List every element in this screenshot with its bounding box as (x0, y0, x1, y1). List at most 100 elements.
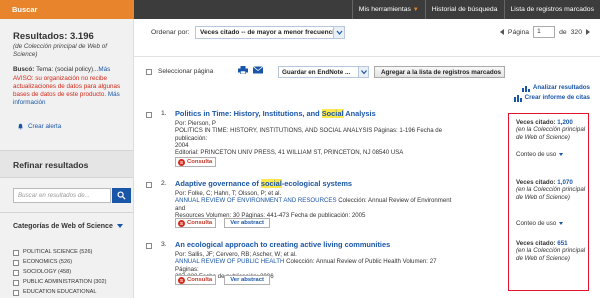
sfx-icon: S (178, 277, 185, 284)
categories-title: Categorías de Web of Science (13, 222, 113, 231)
sfx-icon: S (178, 159, 185, 166)
record-details: Por: Pierson, P POLITICS IN TIME: HISTOR… (175, 120, 460, 156)
record-checkbox[interactable] (146, 112, 152, 118)
record-title[interactable]: An ecological approach to creating activ… (175, 240, 390, 249)
refine-search-button[interactable] (112, 188, 131, 203)
refine-title: Refinar resultados (13, 160, 88, 170)
title-highlight: Social (322, 109, 344, 118)
search-prefix: Buscó: (13, 66, 36, 73)
category-item[interactable]: ECONOMICS (526) (13, 259, 133, 269)
citation-report-link[interactable]: Crear informe de citas (514, 93, 590, 103)
chevron-down-icon (333, 27, 344, 38)
record-checkbox[interactable] (146, 182, 152, 188)
email-icon[interactable] (253, 66, 263, 74)
record-authors: Por: Pierson, P (175, 120, 460, 127)
bar-chart-icon (522, 85, 530, 92)
category-item[interactable]: POLITICAL SCIENCE (526) (13, 249, 133, 259)
search-term: Tema: (social policy) (36, 66, 93, 73)
search-history-link[interactable]: Historial de búsqueda (425, 0, 504, 19)
usage-count[interactable]: Conteo de uso (516, 151, 563, 158)
record-checkbox[interactable] (146, 243, 152, 249)
analyze-results-link[interactable]: Analizar resultados (514, 83, 590, 93)
times-cited-count[interactable]: 1,200 (557, 119, 572, 126)
journal-link[interactable]: ANNUAL REVIEW OF ENVIRONMENT AND RESOURC… (175, 197, 337, 204)
top-nav: Mis herramientas ▼ Historial de búsqueda… (352, 0, 600, 19)
sidebar: Resultados: 3.196 (de Colección principa… (0, 19, 134, 298)
refine-search-input[interactable]: Buscar en resultados de... (13, 188, 111, 203)
search-icon (117, 191, 126, 200)
next-page-icon[interactable] (586, 29, 590, 35)
record-number: 3. (161, 241, 167, 248)
select-page-checkbox[interactable] (146, 69, 152, 75)
page-total: 320 (571, 29, 582, 36)
page-input[interactable]: 1 (533, 26, 555, 38)
times-cited-count[interactable]: 651 (557, 240, 567, 247)
view-abstract-button[interactable]: Ver abstract (224, 218, 270, 228)
record-actions: SConsulta (175, 157, 216, 167)
chevron-down-icon (358, 67, 368, 77)
category-checkbox[interactable] (13, 290, 19, 296)
add-to-marked-list-button[interactable]: Agregar a la lista de registros marcados (374, 66, 505, 78)
chevron-down-icon[interactable] (117, 224, 123, 228)
usage-count[interactable]: Conteo de uso (516, 220, 563, 227)
times-cited: Veces citado: 1,200 (en la Colección pri… (516, 119, 588, 141)
consulta-button[interactable]: SConsulta (175, 275, 216, 285)
category-checkbox[interactable] (13, 270, 19, 276)
record-authors: Por: Folke, C; Hahn, T; Olsson, P; et al… (175, 190, 460, 197)
search-tab[interactable]: Buscar (0, 0, 134, 19)
title-text: -ecological systems (282, 179, 352, 188)
category-label: EDUCATION EDUCATIONAL (23, 289, 96, 295)
endnote-select[interactable]: Guardar en EndNote ... (278, 66, 369, 78)
record-source: ANNUAL REVIEW OF ENVIRONMENT AND RESOURC… (175, 197, 460, 212)
top-bar: Buscar Mis herramientas ▼ Historial de b… (0, 0, 600, 19)
record-title[interactable]: Politics in Time: History, Institutions,… (175, 109, 376, 118)
category-label: SOCIOLOGY (458) (23, 269, 71, 275)
times-cited: Veces citado: 651 (en la Colección princ… (516, 240, 588, 262)
results-toolbar: Seleccionar página Guardar en EndNote ..… (134, 56, 600, 84)
category-item[interactable]: SOCIOLOGY (458) (13, 269, 133, 279)
journal-link[interactable]: ANNUAL REVIEW OF PUBLIC HEALTH (175, 258, 284, 265)
times-cited-note: (en la Colección principal de Web of Sci… (516, 186, 588, 201)
category-checkbox[interactable] (13, 260, 19, 266)
record-authors: Por: Sallis, JF; Cervero, RB; Ascher, W;… (175, 251, 460, 258)
record-actions: SConsulta Ver abstract (175, 275, 270, 285)
create-alert-label: Crear alerta (28, 123, 61, 130)
chevron-down-icon (559, 153, 563, 156)
print-icon[interactable] (238, 66, 248, 74)
citation-report-label: Crear informe de citas (525, 93, 590, 103)
search-more-link[interactable]: Más (98, 66, 110, 73)
data-warning: AVISO: su organización no recibe actuali… (13, 75, 131, 107)
category-checkbox[interactable] (13, 280, 19, 286)
consulta-button[interactable]: SConsulta (175, 157, 216, 167)
my-tools-label: Mis herramientas (359, 6, 411, 13)
report-chart-icon (514, 95, 522, 102)
record-title[interactable]: Adaptive governance of social-ecological… (175, 179, 352, 188)
title-highlight: social (261, 179, 282, 188)
times-cited: Veces citado: 1,070 (en la Colección pri… (516, 179, 588, 201)
prev-page-icon[interactable] (500, 29, 504, 35)
sort-select[interactable]: Veces citado -- de mayor a menor frecuen… (195, 26, 345, 39)
title-text: Adaptive governance of (175, 179, 261, 188)
select-page[interactable]: Seleccionar página (146, 68, 213, 75)
times-cited-note: (en la Colección principal de Web of Sci… (516, 126, 588, 141)
record-publisher: Editorial: PRINCETON UNIV PRESS, 41 WILL… (175, 149, 460, 156)
refine-header: Refinar resultados (0, 150, 133, 178)
bell-icon (17, 123, 24, 130)
my-tools-menu[interactable]: Mis herramientas ▼ (352, 0, 425, 19)
marked-list-link[interactable]: Lista de registros marcados (504, 0, 600, 19)
divider (0, 212, 133, 213)
times-cited-label: Veces citado: (516, 240, 556, 247)
times-cited-note: (en la Colección principal de Web of Sci… (516, 247, 588, 262)
category-label: POLITICAL SCIENCE (526) (23, 249, 92, 255)
page-of-label: de (559, 29, 567, 36)
record-actions: SConsulta Ver abstract (175, 218, 270, 228)
usage-count-label: Conteo de uso (516, 151, 556, 158)
create-alert-link[interactable]: Crear alerta (17, 123, 61, 130)
times-cited-count[interactable]: 1,070 (557, 179, 572, 186)
category-checkbox[interactable] (13, 250, 19, 256)
consulta-label: Consulta (187, 159, 212, 165)
category-item[interactable]: PUBLIC ADMINISTRATION (302) (13, 279, 133, 289)
record-source: ANNUAL REVIEW OF PUBLIC HEALTH Colección… (175, 258, 460, 273)
consulta-button[interactable]: SConsulta (175, 218, 216, 228)
view-abstract-button[interactable]: Ver abstract (224, 275, 270, 285)
